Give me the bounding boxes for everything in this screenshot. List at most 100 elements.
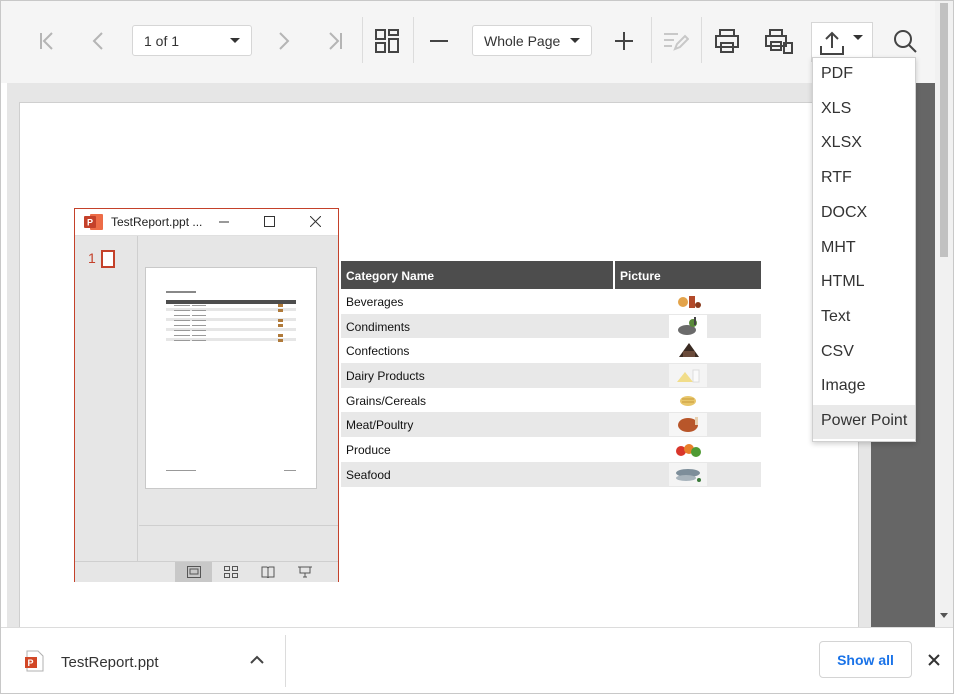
multipage-button[interactable] (369, 23, 405, 59)
slideshow-button[interactable] (286, 562, 323, 582)
zoom-out-button[interactable] (421, 23, 457, 59)
table-row: Dairy Products (341, 363, 761, 388)
export-pdf-option[interactable]: PDF (813, 58, 915, 92)
print-page-button[interactable] (761, 23, 797, 59)
produce-image-icon (676, 444, 701, 458)
print-button[interactable] (709, 23, 745, 59)
document-viewer-window: 1 of 1 Whole Page Category Name Picture … (0, 0, 954, 694)
category-picture (669, 462, 707, 486)
chevron-up-icon[interactable] (250, 655, 264, 665)
zoom-in-button[interactable] (606, 23, 642, 59)
powerpoint-titlebar[interactable]: P TestReport.ppt ... (75, 209, 338, 236)
search-button[interactable] (887, 23, 923, 59)
normal-view-button[interactable] (175, 562, 212, 582)
export-button[interactable] (811, 22, 873, 62)
beverages-image-icon (678, 296, 701, 308)
toolbar-divider (701, 17, 702, 63)
category-name-cell: Confections (346, 344, 410, 359)
seafood-image-icon (669, 462, 707, 486)
menu-item-label: Power Point (821, 412, 908, 429)
export-format-menu: PDF XLS XLSX RTF DOCX MHT HTML Text CSV … (812, 57, 916, 442)
menu-item-label: XLSX (821, 134, 862, 152)
export-html-option[interactable]: HTML (813, 266, 915, 300)
slide-preview (145, 267, 317, 489)
slide-number: 1 (88, 250, 96, 266)
chevron-right-icon (279, 32, 290, 50)
first-page-button[interactable] (29, 23, 65, 59)
category-picture (669, 314, 707, 338)
last-page-icon (329, 32, 342, 50)
menu-item-label: XLS (821, 99, 852, 117)
table-row: Produce (341, 437, 761, 462)
table-header: Category Name Picture (341, 261, 761, 289)
table-row: Beverages (341, 289, 761, 314)
slide-thumbnail[interactable] (101, 250, 115, 268)
export-xlsx-option[interactable]: XLSX (813, 127, 915, 161)
slide-sorter-button[interactable] (212, 562, 249, 582)
export-xls-option[interactable]: XLS (813, 93, 915, 127)
export-image-option[interactable]: Image (813, 370, 915, 404)
grains-cereals-image-icon (680, 395, 696, 406)
viewer-toolbar: 1 of 1 Whole Page (1, 1, 935, 83)
menu-item-label: Image (821, 377, 866, 395)
export-csv-option[interactable]: CSV (813, 336, 915, 370)
page-selector[interactable]: 1 of 1 (132, 25, 252, 56)
edit-fields-icon (664, 33, 689, 51)
svg-text:P: P (28, 658, 34, 668)
category-name-cell: Grains/Cereals (346, 393, 427, 408)
page-selector-value: 1 of 1 (144, 33, 180, 49)
scroll-down-arrow-icon[interactable] (940, 613, 948, 618)
export-text-option[interactable]: Text (813, 301, 915, 335)
column-header-category-name: Category Name (346, 269, 435, 283)
chevron-down-icon (853, 35, 863, 40)
close-icon[interactable] (310, 216, 321, 227)
menu-item-label: MHT (821, 238, 856, 256)
category-name-cell: Dairy Products (346, 369, 425, 384)
notes-divider (139, 525, 338, 526)
menu-item-label: CSV (821, 342, 854, 360)
toolbar-divider (413, 17, 414, 63)
table-row: Seafood (341, 461, 761, 487)
toolbar-divider (651, 17, 652, 63)
category-name-cell: Condiments (346, 319, 411, 334)
export-power-point-option[interactable]: Power Point (813, 405, 915, 439)
svg-text:P: P (87, 218, 93, 228)
first-page-icon (40, 32, 53, 50)
column-header-picture: Picture (620, 269, 661, 283)
export-docx-option[interactable]: DOCX (813, 197, 915, 231)
show-all-button[interactable]: Show all (819, 641, 912, 678)
maximize-icon[interactable] (264, 216, 275, 227)
powerpoint-icon: P (84, 214, 103, 230)
export-rtf-option[interactable]: RTF (813, 162, 915, 196)
chevron-left-icon (92, 32, 103, 50)
zoom-selector[interactable]: Whole Page (472, 25, 592, 56)
slide-sorter-icon (223, 566, 238, 578)
category-picture (669, 388, 707, 412)
category-picture (669, 290, 707, 313)
close-download-bar-icon[interactable] (928, 654, 940, 666)
slide-thumbnails-pane: 1 (75, 236, 138, 561)
scrollbar-thumb[interactable] (940, 3, 948, 257)
plus-icon (615, 32, 633, 50)
multipage-icon (375, 29, 399, 53)
reading-view-button[interactable] (249, 562, 286, 582)
download-file-name[interactable]: TestReport.ppt (61, 654, 159, 671)
minimize-icon[interactable] (219, 217, 229, 227)
printer-icon (715, 29, 739, 53)
menu-item-label: HTML (821, 273, 865, 291)
chevron-down-icon (570, 38, 580, 43)
powerpoint-statusbar (75, 561, 338, 582)
slideshow-icon (297, 566, 312, 578)
category-picture (669, 339, 707, 363)
next-page-button[interactable] (265, 23, 301, 59)
category-picture (669, 438, 707, 462)
previous-page-button[interactable] (81, 23, 117, 59)
menu-item-label: Text (821, 307, 851, 325)
editing-fields-button[interactable] (657, 23, 693, 59)
table-row: Condiments (341, 313, 761, 339)
toolbar-divider (362, 17, 363, 63)
table-row: Grains/Cereals (341, 388, 761, 413)
last-page-button[interactable] (317, 23, 353, 59)
export-mht-option[interactable]: MHT (813, 232, 915, 266)
vertical-scrollbar[interactable] (935, 1, 953, 627)
